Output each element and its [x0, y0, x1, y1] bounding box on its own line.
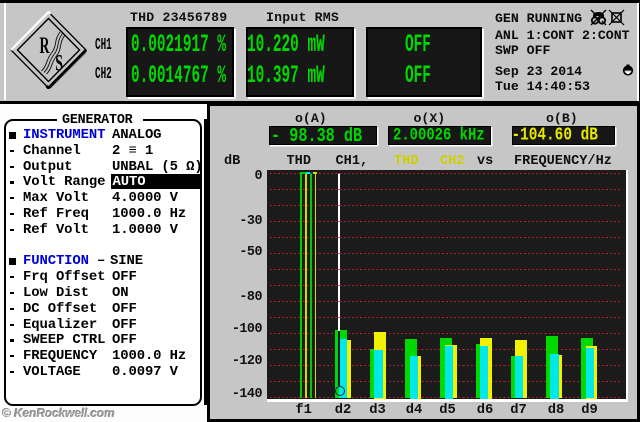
svg-text:S: S	[55, 51, 63, 76]
svg-text:R: R	[40, 33, 50, 58]
